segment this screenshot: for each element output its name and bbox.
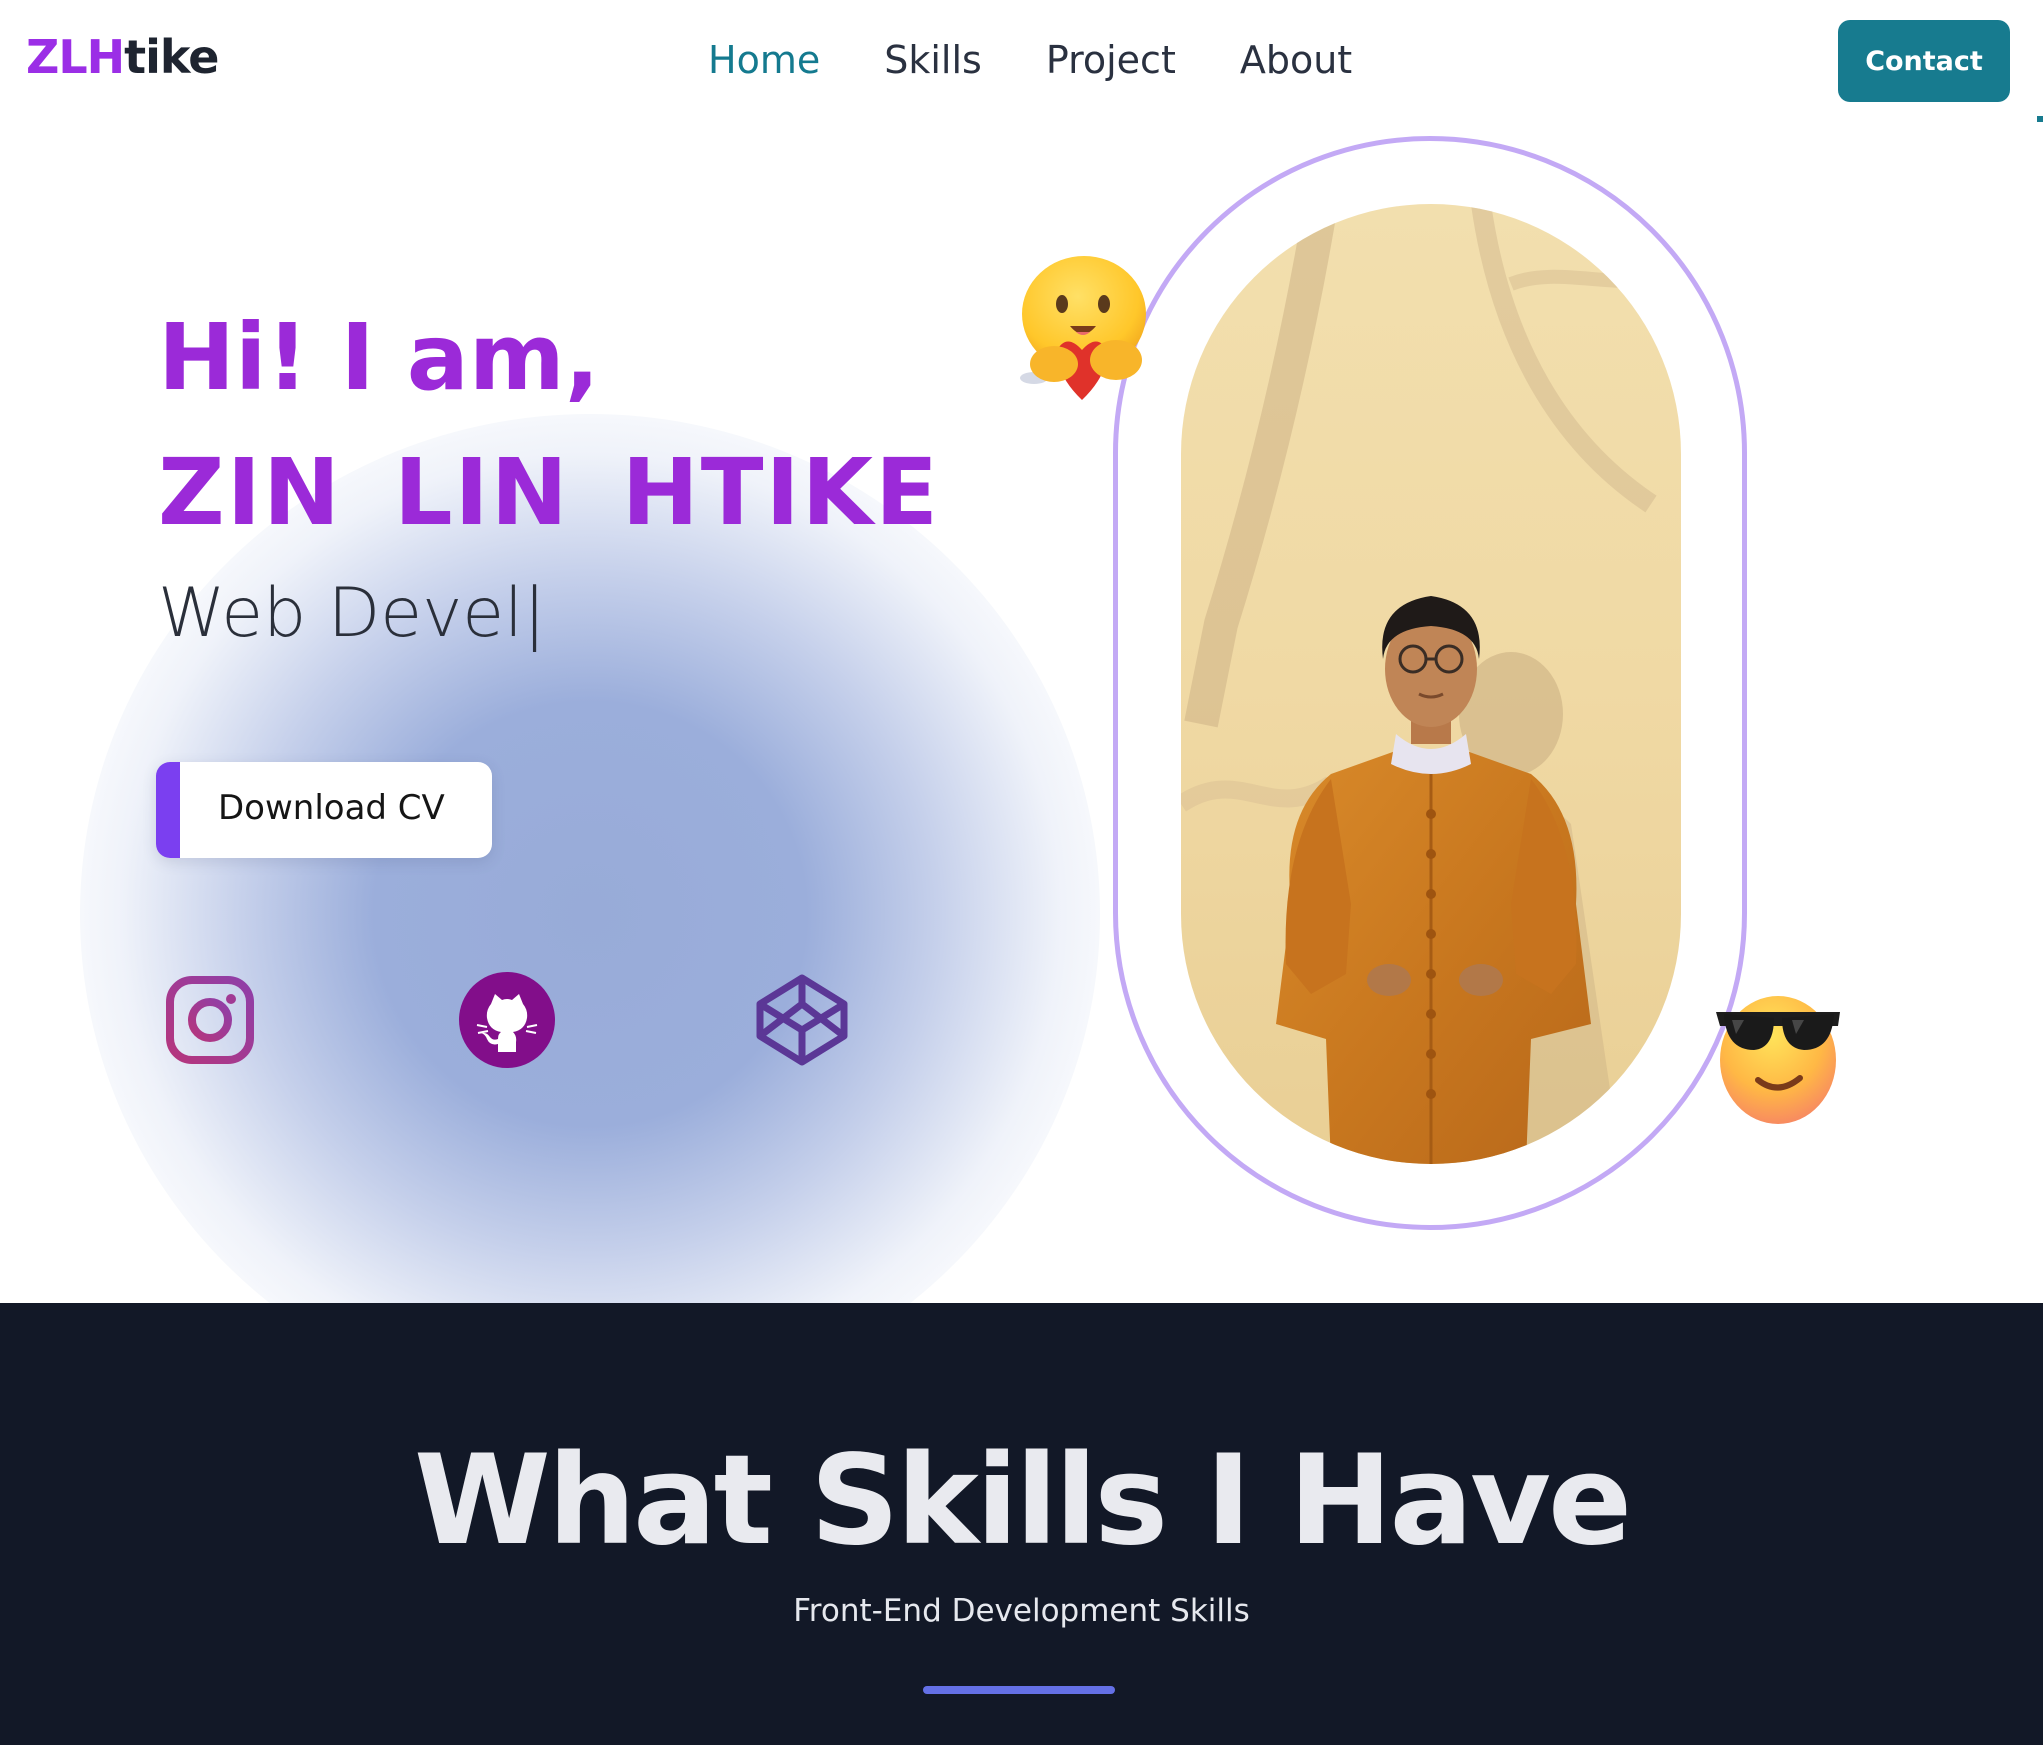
navbar: ZLHtike Home Skills Project About Contac… <box>0 0 2043 124</box>
hero-name-first: ZIN <box>158 439 342 546</box>
logo-part2: tike <box>124 30 219 84</box>
nav-link-about[interactable]: About <box>1240 38 1352 82</box>
nav-link-home[interactable]: Home <box>708 38 820 82</box>
cv-button-label: Download CV <box>218 788 445 828</box>
skills-section: What Skills I Have Front-End Development… <box>0 1303 2043 1745</box>
skills-title: What Skills I Have <box>413 1429 1632 1573</box>
profile-photo <box>1181 204 1681 1164</box>
hero-section: Hi! I am, ZIN LIN HTIKE Web Devel| Downloa… <box>0 124 2043 1303</box>
nav-link-project[interactable]: Project <box>1046 38 1176 82</box>
navbar-corner-accent <box>2037 116 2043 122</box>
skills-subtitle: Front-End Development Skills <box>793 1593 1250 1629</box>
github-icon[interactable] <box>457 970 557 1070</box>
hero-background-glow <box>80 414 1100 1303</box>
hero-greeting: Hi! I am, <box>158 304 600 411</box>
typing-cursor: | <box>523 574 546 653</box>
nav-link-skills[interactable]: Skills <box>884 38 982 82</box>
hero-name-last: HTIKE <box>621 439 940 546</box>
hero-name-middle: LIN <box>393 439 570 546</box>
hero-name: ZIN LIN HTIKE <box>158 439 992 546</box>
typed-role-value: Web Devel <box>158 574 524 653</box>
typed-role-text: Web Devel| <box>158 574 546 653</box>
hugging-face-emoji <box>1016 252 1154 410</box>
cv-button-accent-bar <box>156 762 180 858</box>
skills-title-underline <box>923 1686 1115 1694</box>
logo-part1: ZLH <box>26 30 125 84</box>
sunglasses-emoji <box>1710 972 1846 1130</box>
instagram-icon[interactable] <box>160 970 260 1070</box>
codepen-icon[interactable] <box>752 970 852 1070</box>
download-cv-button[interactable]: Download CV <box>156 762 492 858</box>
site-logo[interactable]: ZLHtike <box>26 30 219 84</box>
contact-button[interactable]: Contact <box>1838 20 2010 102</box>
nav-links: Home Skills Project About <box>708 38 1352 82</box>
